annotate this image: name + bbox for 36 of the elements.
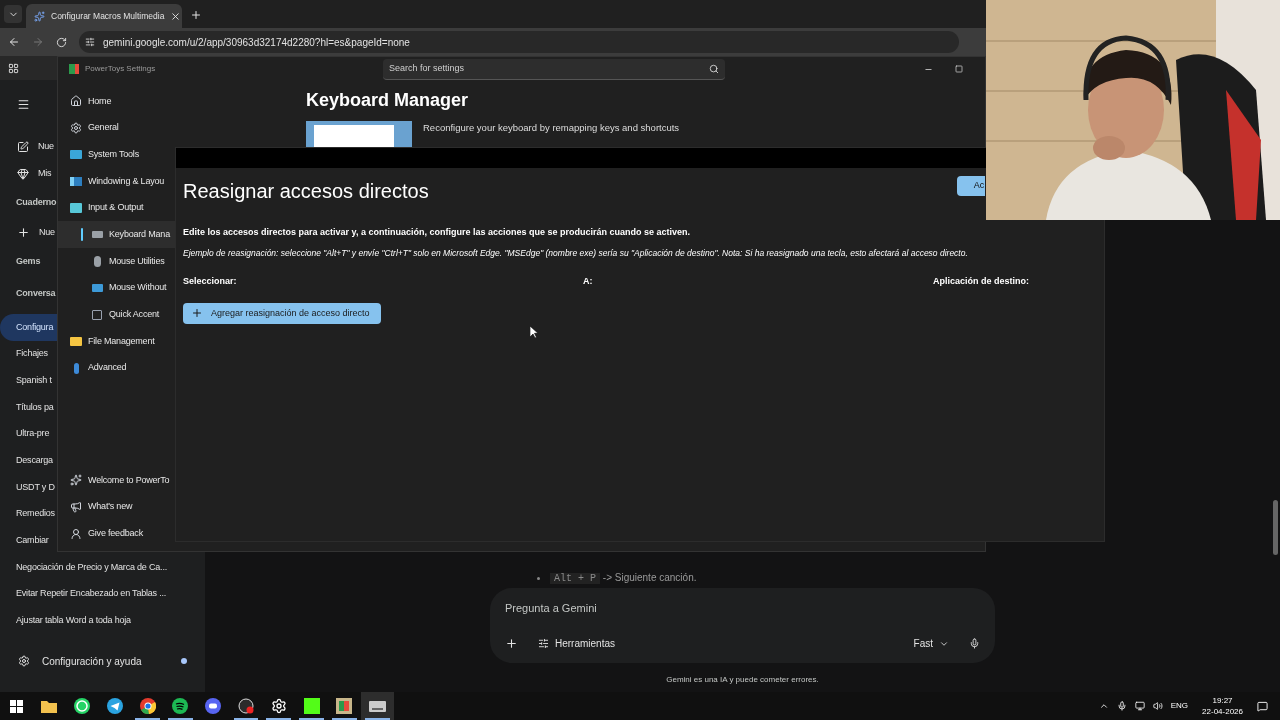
nav-label: Windowing & Layou — [88, 174, 165, 188]
example-text: Ejemplo de reasignación: seleccione "Alt+T" y envíe "Ctrl+T" solo en Microsoft Edge. "MSEdge" (nombre exe) sería su "Aplicación de destino". Nota: Si ha reasignado una tecla, esto afectará al acceso directo. — [182, 246, 969, 260]
sidebar-label: Nue — [38, 139, 54, 153]
section-heading: Cuaderno — [16, 196, 57, 210]
nav-label: Mouse Without — [109, 281, 167, 295]
prompt-placeholder: Pregunta a Gemini — [505, 601, 598, 616]
nav-label: Mouse Utilities — [109, 254, 165, 268]
sidebar-label: Nue — [39, 225, 55, 239]
nav-label: System Tools — [88, 147, 139, 161]
column-heading: Aplicación de destino: — [933, 275, 1030, 289]
nav-label: Keyboard Mana — [109, 228, 170, 242]
nav-label: Quick Accent — [109, 308, 160, 322]
url-text: gemini.google.com/u/2/app/30963d32174d2280?hl=es&pageId=none — [103, 35, 410, 50]
tab-title: Configurar Macros Multimedia — [51, 9, 165, 23]
page-description: Reconfigure your keyboard by remapping keys and shortcuts — [423, 121, 680, 135]
nav-label: What's new — [88, 500, 133, 514]
settings-label: Configuración y ayuda — [42, 654, 143, 669]
nav-label: Give feedback — [88, 526, 143, 540]
page-title: Keyboard Manager — [306, 89, 470, 112]
message-line: Alt + P -> Siguiente canción. — [550, 570, 697, 586]
section-heading: Conversa — [16, 287, 56, 301]
column-heading: Seleccionar: — [183, 275, 238, 289]
dialog-title: Reasignar accesos directos — [183, 179, 429, 204]
sidebar-label: Mis — [38, 166, 52, 180]
disclaimer: Gemini es una IA y puede cometer errores. — [666, 674, 819, 686]
section-heading: Gems — [16, 255, 41, 269]
search-placeholder: Search for settings — [389, 61, 466, 75]
nav-label: Home — [88, 94, 112, 108]
window-title: PowerToys Settings — [85, 63, 156, 75]
column-heading: A: — [583, 275, 594, 289]
nav-label: File Management — [88, 334, 155, 348]
nav-label: General — [88, 121, 119, 135]
nav-label: Input & Output — [88, 201, 144, 215]
nav-label: Advanced — [88, 361, 127, 375]
instruction-text: Edite los accesos directos para activar y, a continuación, configure las acciones que se producirán cuando se activen. — [182, 226, 691, 239]
nav-label: Welcome to PowerTo — [88, 473, 170, 487]
